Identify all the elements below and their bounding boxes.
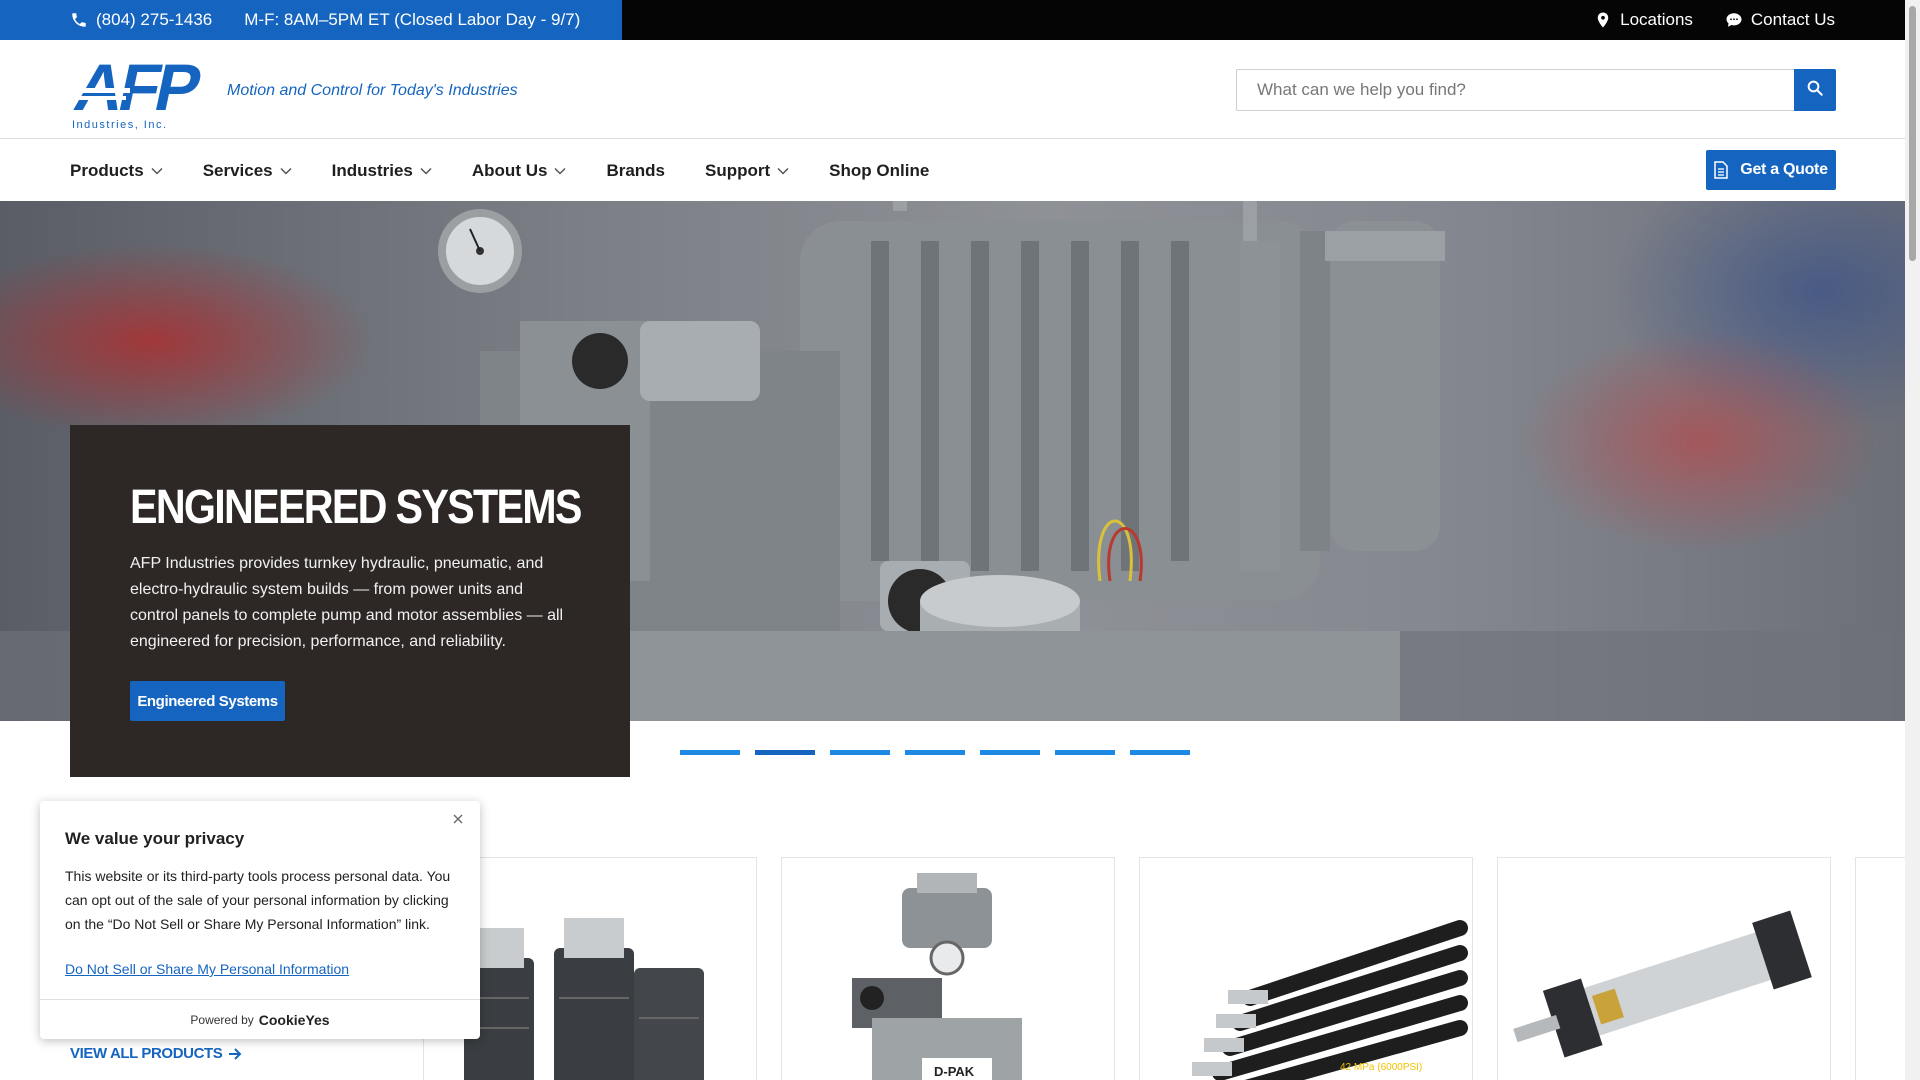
hero-description: AFP Industries provides turnkey hydrauli… (130, 555, 564, 650)
carousel-dot-3[interactable] (830, 750, 890, 755)
nav-item-label: Support (705, 160, 771, 180)
site-header: AFP Industries, Inc. Motion and Control … (0, 40, 1905, 139)
get-a-quote-button[interactable]: Get a Quote (1706, 150, 1836, 190)
top-bar-contact-strip: (804) 275-1436 M-F: 8AM–5PM ET (Closed L… (0, 0, 622, 40)
phone-number-link[interactable]: (804) 275-1436 (96, 10, 212, 30)
map-pin-icon (1594, 11, 1612, 29)
arrow-right-icon (228, 1047, 242, 1060)
nav-item-brands[interactable]: Brands (606, 161, 665, 181)
nav-item-shop-online[interactable]: Shop Online (829, 161, 929, 181)
nav-item-industries[interactable]: Industries (332, 161, 432, 181)
afp-logo[interactable]: AFP Industries, Inc. (69, 52, 207, 132)
page-scrollbar[interactable] (1905, 0, 1920, 1080)
search-input[interactable] (1237, 70, 1794, 110)
carousel-dot-7[interactable] (1130, 750, 1190, 755)
carousel-dot-4[interactable] (905, 750, 965, 755)
locations-label: Locations (1620, 10, 1693, 29)
cookie-footer: Powered by CookieYes (40, 999, 480, 1039)
cylinder-product-image (1513, 910, 1812, 1058)
search-button[interactable] (1794, 69, 1836, 111)
document-icon (1714, 161, 1729, 179)
nav-item-label: Services (202, 160, 273, 180)
carousel-dot-6[interactable] (1055, 750, 1115, 755)
search-bar (1236, 69, 1836, 111)
view-all-products-link[interactable]: VIEW ALL PRODUCTS (70, 1045, 242, 1062)
locations-link[interactable]: Locations (1594, 10, 1693, 30)
cookie-consent-popup: We value your privacy This website or it… (40, 801, 480, 1039)
business-hours: M-F: 8AM–5PM ET (Closed Labor Day - 9/7) (244, 10, 581, 29)
nav-item-label: Industries (331, 160, 413, 180)
chevron-down-icon (554, 167, 566, 175)
chevron-down-icon (151, 167, 163, 175)
chat-bubble-icon (1725, 11, 1743, 29)
chevron-down-icon (280, 167, 292, 175)
hose-spec-label: 42 MPa (6000PSI) (1340, 1062, 1422, 1073)
chevron-down-icon (420, 167, 432, 175)
nav-item-support[interactable]: Support (705, 161, 789, 181)
search-icon (1806, 79, 1824, 102)
cookie-body: This website or its third-party tools pr… (65, 868, 451, 932)
carousel-dot-1[interactable] (680, 750, 740, 755)
nav-item-label: About Us (471, 160, 548, 180)
close-icon[interactable] (450, 811, 466, 827)
do-not-sell-link[interactable]: Do Not Sell or Share My Personal Informa… (65, 961, 349, 977)
nav-item-label: Products (70, 160, 144, 180)
nav-item-services[interactable]: Services (203, 161, 292, 181)
phone-icon (70, 11, 88, 29)
product-card-power-units[interactable]: D-PAK (781, 857, 1115, 1080)
carousel-dot-2[interactable] (755, 750, 815, 755)
cookie-title: We value your privacy (65, 829, 245, 848)
product-card-hoses[interactable]: 42 MPa (6000PSI) (1139, 857, 1473, 1080)
carousel-indicators (680, 750, 1205, 755)
nav-item-about-us[interactable]: About Us (472, 161, 567, 181)
nav-item-products[interactable]: Products (70, 161, 163, 181)
contact-us-link[interactable]: Contact Us (1725, 10, 1835, 30)
nav-item-label: Brands (606, 160, 666, 180)
tagline: Motion and Control for Today's Industrie… (227, 82, 518, 99)
nav-item-label: Shop Online (829, 160, 930, 180)
hose-product-image: 42 MPa (6000PSI) (1192, 920, 1468, 1080)
scrollbar-thumb[interactable] (1909, 6, 1916, 261)
main-navigation: Products Services Industries About Us Br… (0, 140, 1905, 201)
engineered-systems-button[interactable]: Engineered Systems (130, 681, 285, 721)
hero-title: ENGINEERED SYSTEMS (130, 481, 582, 534)
logo-subtext: Industries, Inc. (72, 119, 168, 131)
hero-content-card: ENGINEERED SYSTEMS AFP Industries provid… (70, 425, 630, 777)
contact-us-label: Contact Us (1750, 10, 1835, 29)
d-pak-label: D-PAK (934, 1064, 975, 1079)
carousel-dot-5[interactable] (980, 750, 1040, 755)
powered-by-label: Powered by (190, 1012, 254, 1027)
view-all-products-label: VIEW ALL PRODUCTS (70, 1045, 223, 1062)
top-bar: (804) 275-1436 M-F: 8AM–5PM ET (Closed L… (0, 0, 1905, 40)
power-unit-product-image: D-PAK (852, 873, 1022, 1080)
top-bar-links: Locations Contact Us (1562, 0, 1835, 40)
chevron-down-icon (777, 167, 789, 175)
cookieyes-logo[interactable]: CookieYes (259, 1012, 330, 1028)
get-a-quote-label: Get a Quote (1740, 161, 1828, 178)
product-card-cylinders[interactable] (1497, 857, 1831, 1080)
